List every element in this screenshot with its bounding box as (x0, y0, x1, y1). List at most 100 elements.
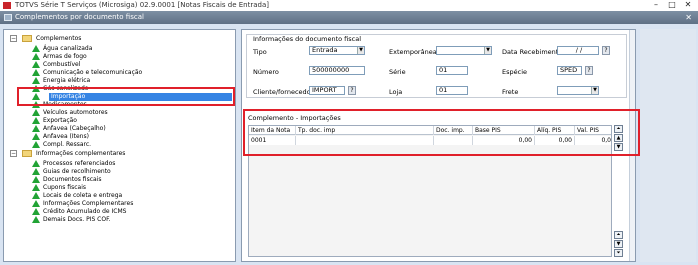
triangle-icon (32, 168, 40, 175)
side-strip (640, 29, 696, 262)
dropdown-arrow-icon[interactable]: ▼ (591, 87, 598, 94)
serie-label: Série (389, 68, 406, 76)
especie-label: Espécie (502, 68, 527, 76)
extemporanea-label: Extemporânea (389, 48, 437, 56)
tipo-select[interactable]: Entrada ▼ (309, 46, 365, 55)
triangle-icon (32, 133, 40, 140)
tree-group-complementos[interactable]: − Complementos (10, 35, 130, 43)
data-lookup-button[interactable]: ? (602, 46, 610, 55)
tree-item-documentos[interactable]: Documentos fiscais (32, 176, 222, 184)
numero-label: Número (253, 68, 279, 76)
scroll-top-icon-lower[interactable]: ⏶ (614, 231, 623, 239)
window-titlebar: TOTVS Série T Serviços (Microsiga) 02.9.… (0, 0, 698, 11)
close-dialog-button[interactable]: ✕ (685, 11, 692, 24)
info-legend: Informações do documento fiscal (251, 35, 364, 43)
tree-group-label: Complementos (36, 35, 82, 42)
tree-item-label: Crédito Acumulado de ICMS (43, 208, 127, 215)
triangle-icon (32, 45, 40, 52)
triangle-icon (32, 117, 40, 124)
loja-value: 01 (439, 86, 448, 94)
tree-item-label: Processos referenciados (43, 160, 116, 167)
tree-item-label: Demais Docs. PIS COF. (43, 216, 111, 223)
dialog-title: Complementos por documento fiscal (15, 13, 144, 21)
tree-item-label: Exportação (43, 117, 77, 124)
tree-item-label: Informações Complementares (43, 200, 134, 207)
cliente-field[interactable]: IMPORT (309, 86, 345, 95)
tree-item-label: Energia elétrica (43, 77, 91, 84)
tree-item-info-complementares[interactable]: Informações Complementares (32, 200, 222, 208)
triangle-icon (32, 216, 40, 223)
cliente-lookup-button[interactable]: ? (348, 86, 356, 95)
extemporanea-select[interactable]: ▼ (436, 46, 492, 55)
triangle-icon (32, 61, 40, 68)
numero-field[interactable]: 500000000 (309, 66, 365, 75)
info-fieldset: Informações do documento fiscal Tipo Ent… (246, 34, 627, 98)
triangle-icon (32, 184, 40, 191)
frete-select[interactable]: ▼ (557, 86, 599, 95)
tree-item-anfavea-itens[interactable]: Anfavea (Itens) (32, 133, 222, 141)
collapse-icon[interactable]: − (10, 35, 17, 42)
minimize-button[interactable]: – (648, 0, 664, 11)
tree-item-armas[interactable]: Armas de fogo (32, 53, 222, 61)
folder-icon (22, 35, 32, 42)
window-title: TOTVS Série T Serviços (Microsiga) 02.9.… (15, 1, 269, 9)
cliente-label: Cliente/fornecedor (253, 88, 314, 96)
tipo-value: Entrada (312, 46, 338, 54)
tree-group-informacoes[interactable]: − Informações complementares (10, 150, 170, 158)
dropdown-arrow-icon[interactable]: ▼ (484, 47, 491, 54)
scroll-bottom-icon[interactable]: ⏷ (614, 249, 623, 257)
triangle-icon (32, 141, 40, 148)
cliente-value: IMPORT (312, 86, 337, 94)
triangle-icon (32, 176, 40, 183)
folder-icon (22, 150, 32, 157)
tree-item-processos[interactable]: Processos referenciados (32, 160, 222, 168)
data-recebimento-label: Data Recebimento (502, 48, 563, 56)
collapse-icon[interactable]: − (10, 150, 17, 157)
tree-item-demais-docs[interactable]: Demais Docs. PIS COF. (32, 216, 222, 224)
serie-field[interactable]: 01 (436, 66, 468, 75)
tree-item-label: Anfavea (Itens) (43, 133, 89, 140)
tree-item-label: Cupons fiscais (43, 184, 86, 191)
triangle-icon (32, 77, 40, 84)
loja-label: Loja (389, 88, 403, 96)
triangle-icon (32, 160, 40, 167)
dropdown-arrow-icon[interactable]: ▼ (357, 47, 364, 54)
tree-item-agua[interactable]: Água canalizada (32, 45, 222, 53)
triangle-icon (32, 69, 40, 76)
tree-item-label: Locais de coleta e entrega (43, 192, 123, 199)
tree-item-veiculos[interactable]: Veículos automotores (32, 109, 222, 117)
dialog-icon (4, 14, 12, 21)
highlight-importacao (17, 87, 235, 106)
data-recebimento-field[interactable]: / / (557, 46, 599, 55)
triangle-icon (32, 208, 40, 215)
tree-item-energia[interactable]: Energia elétrica (32, 77, 222, 85)
triangle-icon (32, 109, 40, 116)
loja-field[interactable]: 01 (436, 86, 468, 95)
frete-label: Frete (502, 88, 519, 96)
tree-item-comunicacao[interactable]: Comunicação e telecomunicação (32, 69, 222, 77)
tree-item-combustivel[interactable]: Combustível (32, 61, 222, 69)
tree-item-label: Combustível (43, 61, 81, 68)
tree-item-compl-ressarc[interactable]: Compl. Ressarc. (32, 141, 222, 149)
triangle-icon (32, 125, 40, 132)
highlight-grid (243, 109, 640, 156)
tree-item-label: Veículos automotores (43, 109, 108, 116)
tree-item-anfavea-cabecalho[interactable]: Anfavea (Cabeçalho) (32, 125, 222, 133)
scroll-down-icon-lower[interactable]: ▼ (614, 240, 623, 248)
complementos-tree: − Complementos Água canalizada Armas de … (3, 29, 236, 262)
tree-item-cupons[interactable]: Cupons fiscais (32, 184, 222, 192)
especie-lookup-button[interactable]: ? (585, 66, 593, 75)
maximize-button[interactable]: □ (664, 0, 680, 11)
tree-item-label: Guias de recolhimento (43, 168, 111, 175)
app-icon (3, 2, 11, 9)
close-window-button[interactable]: ✕ (680, 0, 696, 11)
tree-group-label: Informações complementares (36, 150, 126, 157)
triangle-icon (32, 192, 40, 199)
tree-item-locais[interactable]: Locais de coleta e entrega (32, 192, 222, 200)
tree-item-label: Comunicação e telecomunicação (43, 69, 143, 76)
tree-item-guias[interactable]: Guias de recolhimento (32, 168, 222, 176)
tree-item-credito-icms[interactable]: Crédito Acumulado de ICMS (32, 208, 222, 216)
especie-field[interactable]: SPED (557, 66, 582, 75)
tree-item-exportacao[interactable]: Exportação (32, 117, 222, 125)
data-recebimento-value: / / (575, 46, 583, 54)
